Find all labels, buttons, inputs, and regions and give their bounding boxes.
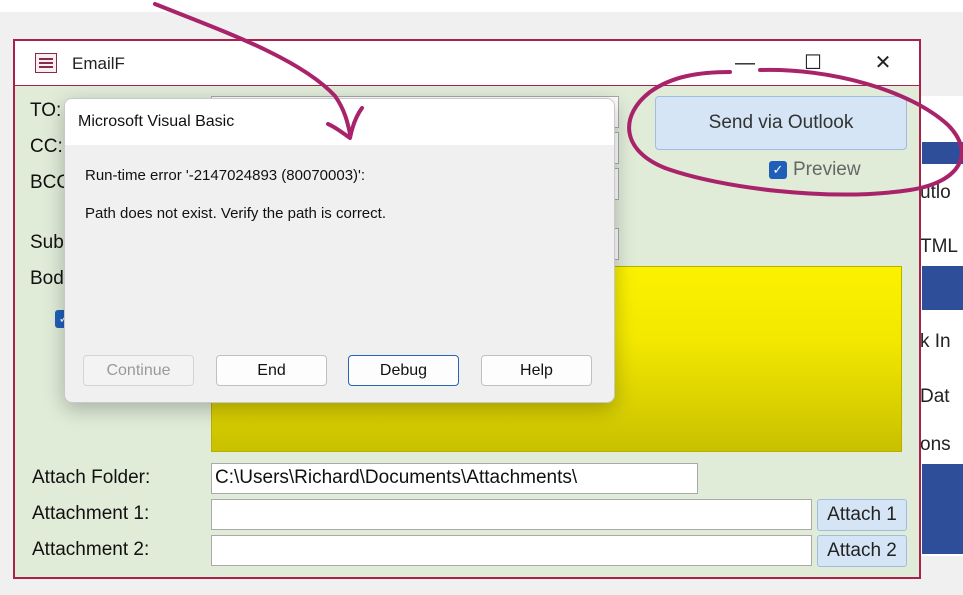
background-blue-bar bbox=[922, 142, 963, 164]
error-dialog: Microsoft Visual Basic Run-time error '-… bbox=[64, 98, 615, 403]
end-button[interactable]: End bbox=[216, 355, 327, 386]
maximize-icon[interactable]: ☐ bbox=[793, 49, 833, 77]
attach-1-button[interactable]: Attach 1 bbox=[817, 499, 907, 531]
close-icon[interactable]: ✕ bbox=[863, 49, 903, 77]
body-label: Bod bbox=[30, 268, 64, 289]
background-text: k In bbox=[920, 331, 951, 352]
attach-2-button[interactable]: Attach 2 bbox=[817, 535, 907, 567]
form-icon bbox=[35, 53, 57, 73]
debug-button[interactable]: Debug bbox=[348, 355, 459, 386]
background-blue-bar bbox=[922, 266, 963, 310]
attachment-1-field[interactable] bbox=[211, 499, 812, 530]
background-text: TML bbox=[920, 236, 958, 257]
attach-folder-field[interactable]: C:\Users\Richard\Documents\Attachments\ bbox=[211, 463, 698, 494]
dialog-title: Microsoft Visual Basic bbox=[78, 113, 235, 130]
error-message-text: Path does not exist. Verify the path is … bbox=[85, 205, 386, 222]
preview-label: Preview bbox=[793, 159, 861, 180]
send-via-outlook-button[interactable]: Send via Outlook bbox=[655, 96, 907, 150]
attachment-2-label: Attachment 2: bbox=[32, 539, 150, 560]
background-text: utlo bbox=[920, 182, 951, 203]
subject-label: Sub bbox=[30, 232, 64, 253]
attach-folder-label: Attach Folder: bbox=[32, 467, 151, 488]
error-code-text: Run-time error '-2147024893 (80070003)': bbox=[85, 167, 366, 184]
attachment-2-field[interactable] bbox=[211, 535, 812, 566]
minimize-icon[interactable]: — bbox=[725, 49, 765, 77]
to-label: TO: bbox=[30, 100, 62, 121]
window-title: EmailF bbox=[72, 54, 125, 73]
background-text: Dat bbox=[920, 386, 950, 407]
dialog-title-bar: Microsoft Visual Basic bbox=[65, 99, 614, 145]
continue-button[interactable]: Continue bbox=[83, 355, 194, 386]
title-bar: EmailF — ☐ ✕ bbox=[15, 41, 919, 86]
background-blue-bar bbox=[922, 464, 963, 554]
attachment-1-label: Attachment 1: bbox=[32, 503, 150, 524]
preview-checkbox[interactable]: ✓ bbox=[769, 161, 787, 179]
background-text: ons bbox=[920, 434, 951, 455]
help-button[interactable]: Help bbox=[481, 355, 592, 386]
cc-label: CC: bbox=[30, 136, 63, 157]
